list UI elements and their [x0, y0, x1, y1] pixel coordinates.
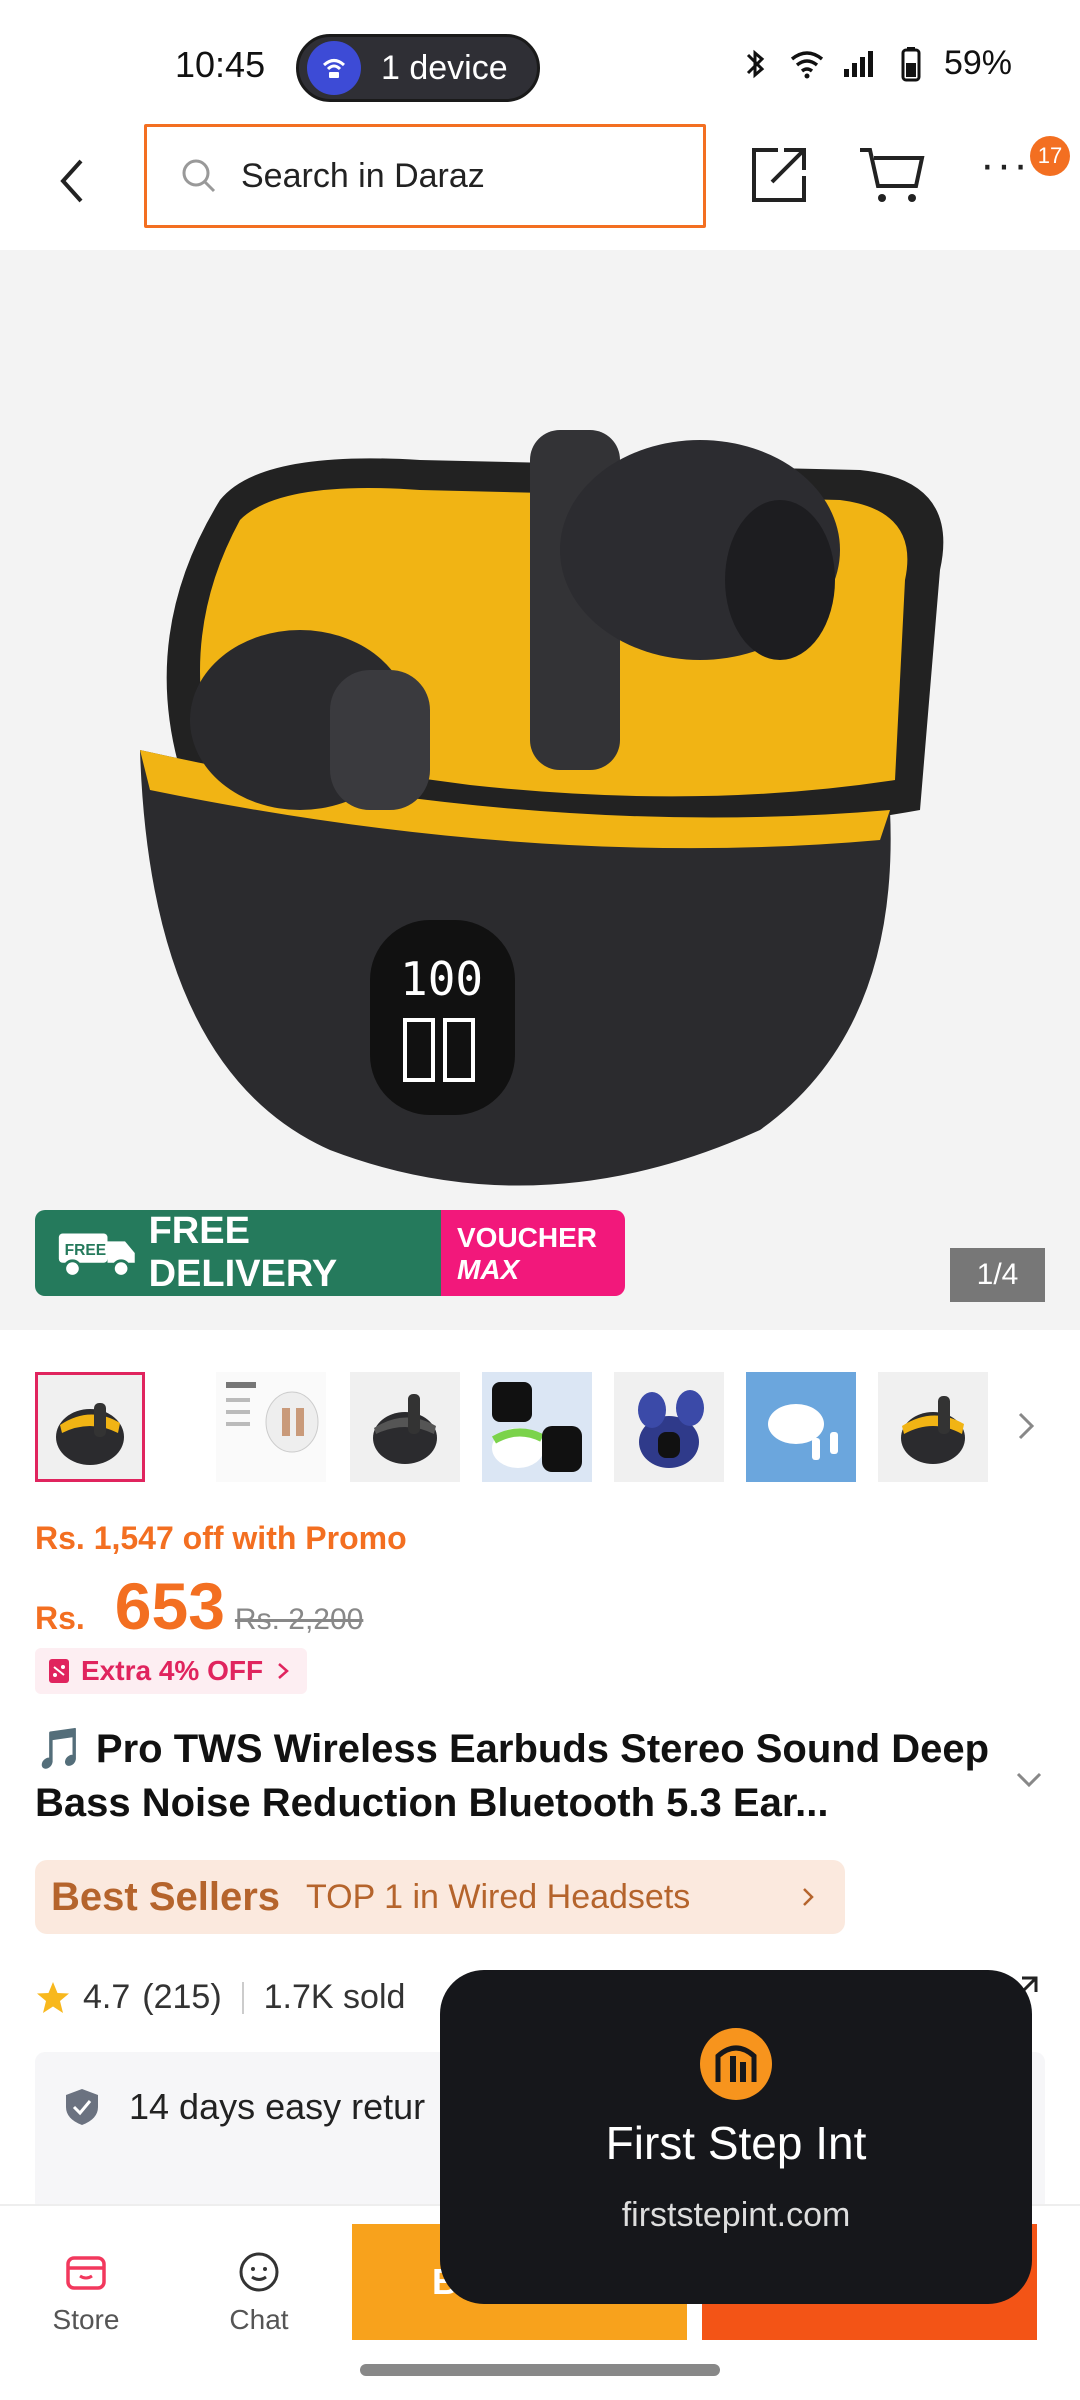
voucher-max-badge: VOUCHER MAX [441, 1210, 625, 1296]
first-step-logo-icon [700, 2028, 772, 2100]
best-sellers-text: TOP 1 in Wired Headsets [306, 1877, 691, 1916]
store-icon [66, 2256, 106, 2290]
svg-text:100: 100 [400, 952, 483, 1006]
best-sellers-banner[interactable]: Best Sellers TOP 1 in Wired Headsets [35, 1860, 845, 1934]
status-bar: 10:45 1 device 59% [0, 0, 1080, 120]
connected-device-pill[interactable]: 1 device [296, 34, 540, 102]
star-icon [37, 1981, 69, 2013]
product-title: 🎵 Pro TWS Wireless Earbuds Stereo Sound … [35, 1727, 990, 1825]
chat-button[interactable]: Chat [199, 2248, 319, 2336]
thumbnail-7[interactable] [878, 1372, 988, 1482]
thumbnail-5[interactable] [614, 1372, 724, 1482]
wifi-icon [790, 50, 824, 78]
price-row: Rs. 653 Rs. 2,200 [35, 1568, 363, 1644]
chat-icon [239, 2252, 279, 2292]
voucher-line1: VOUCHER [457, 1222, 598, 1253]
promo-banner[interactable]: FREE FREE DELIVERY VOUCHER MAX [35, 1210, 625, 1296]
notification-badge: 17 [1030, 136, 1070, 176]
free-delivery-badge: FREE FREE DELIVERY [35, 1210, 441, 1296]
chat-label: Chat [229, 2304, 289, 2335]
search-placeholder: Search in Daraz [241, 156, 485, 195]
thumbnail-6[interactable] [746, 1372, 856, 1482]
thumbnail-3[interactable] [350, 1372, 460, 1482]
current-price: 653 [114, 1569, 225, 1643]
sold-count: 1.7K sold [263, 1978, 406, 2016]
toast-url: firststepint.com [621, 2196, 851, 2234]
voucher-line2: MAX [457, 1254, 520, 1285]
status-icons: 59% [736, 44, 1012, 83]
top-header: Search in Daraz ··· 17 [0, 120, 1080, 250]
price-currency: Rs. [35, 1600, 85, 1636]
thumbnail-4[interactable] [482, 1372, 592, 1482]
cart-button[interactable] [858, 144, 926, 206]
thumbnail-2[interactable] [216, 1372, 326, 1482]
free-delivery-text: FREE DELIVERY [148, 1210, 338, 1295]
image-page-indicator: 1/4 [950, 1248, 1045, 1302]
toast-title: First Step Int [605, 2117, 867, 2169]
rating-count: (215) [142, 1978, 222, 2016]
chevron-right-icon[interactable] [1014, 1406, 1040, 1446]
returns-text: 14 days easy retur [129, 2086, 426, 2127]
chevron-left-icon [60, 159, 83, 203]
chevron-right-icon [803, 1888, 814, 1906]
divider [241, 1981, 244, 2014]
chevron-down-icon[interactable] [1014, 1770, 1044, 1790]
battery-percent: 59% [943, 44, 1012, 82]
app-toast: First Step Int firststepint.com [440, 1970, 1032, 2304]
share-button[interactable] [748, 144, 810, 206]
rating-row[interactable]: 4.7 (215) 1.7K sold [35, 1978, 405, 2017]
rating-score: 4.7 [83, 1978, 131, 2016]
extra-off-label: Extra 4% OFF [81, 1655, 264, 1686]
back-button[interactable] [40, 148, 106, 214]
promo-discount-text: Rs. 1,547 off with Promo [35, 1520, 407, 1556]
cart-icon [860, 148, 925, 202]
store-button[interactable]: Store [26, 2248, 146, 2336]
shield-check-icon [66, 2089, 98, 2125]
search-icon [182, 159, 216, 193]
returns-row: 14 days easy retur [63, 2086, 425, 2128]
best-sellers-logo: Best Sellers [51, 1874, 281, 1919]
more-dots-icon: ··· [980, 140, 1030, 189]
battery-icon [901, 46, 921, 81]
device-label: 1 device [381, 48, 508, 87]
search-input[interactable]: Search in Daraz [144, 124, 706, 228]
wireless-device-icon [307, 41, 361, 95]
free-tag: FREE [65, 1242, 106, 1259]
status-time: 10:45 [175, 44, 266, 85]
thumbnail-strip [0, 1370, 1080, 1490]
home-indicator[interactable] [360, 2364, 720, 2376]
product-image: 100 [140, 430, 944, 1186]
delivery-truck-icon: FREE [58, 1233, 135, 1278]
voucher-icon [49, 1659, 69, 1683]
share-icon [752, 148, 806, 202]
extra-off-tag[interactable]: Extra 4% OFF [35, 1648, 308, 1694]
product-image-gallery[interactable]: 100 FREE FREE DELIVERY VOUCHER MAX 1/4 [0, 250, 1080, 1330]
chevron-right-icon [278, 1663, 289, 1679]
signal-icon [843, 50, 873, 77]
original-price: Rs. 2,200 [234, 1603, 364, 1636]
thumbnail-1[interactable] [35, 1372, 145, 1482]
bluetooth-icon [746, 49, 765, 78]
store-label: Store [52, 2304, 120, 2335]
